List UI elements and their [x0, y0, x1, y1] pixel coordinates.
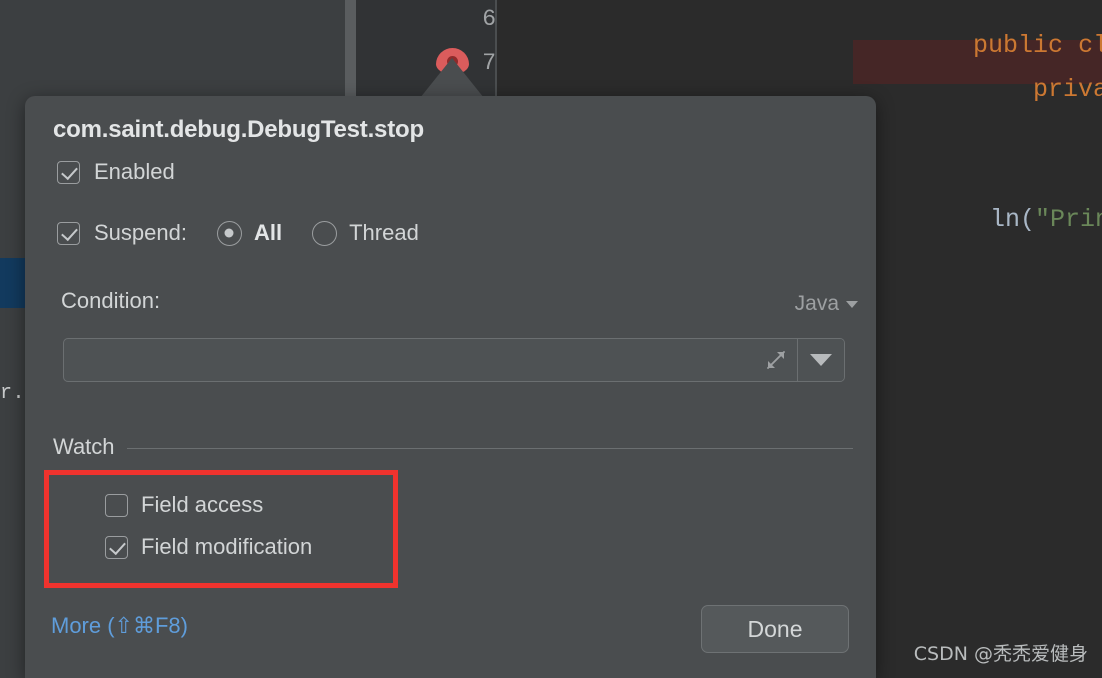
chevron-down-icon — [846, 301, 858, 308]
partial-code-string: "Print some — [1035, 205, 1102, 234]
condition-label: Condition: — [61, 288, 160, 314]
done-button[interactable]: Done — [701, 605, 849, 653]
suspend-policy-radio-group[interactable]: All Thread — [217, 220, 419, 246]
token-keyword: private — [1033, 75, 1102, 104]
suspend-row[interactable]: Suspend: All Thread — [57, 220, 419, 246]
breakpoint-settings-dialog: com.saint.debug.DebugTest.stop Enabled S… — [25, 96, 876, 678]
condition-field[interactable] — [63, 338, 845, 382]
enabled-label: Enabled — [94, 159, 175, 185]
suspend-all-label: All — [254, 220, 282, 246]
suspend-label: Suspend: — [94, 220, 187, 246]
condition-history-dropdown-button[interactable] — [798, 339, 844, 381]
suspend-thread-label: Thread — [349, 220, 419, 246]
condition-language-label: Java — [795, 292, 839, 316]
field-access-row[interactable]: Field access — [105, 492, 263, 518]
screen: r.c public class DebugTest { private boo… — [0, 0, 1102, 678]
nav-selection-block[interactable] — [0, 258, 26, 308]
triangle-down-icon — [810, 354, 832, 366]
watch-group-separator — [53, 448, 853, 449]
code-line-partial[interactable]: ln("Print some — [870, 176, 1102, 263]
code-line-7[interactable]: private boolean stop; — [853, 46, 1102, 133]
field-modification-row[interactable]: Field modification — [105, 534, 312, 560]
expand-diagonal-icon[interactable] — [765, 349, 787, 371]
field-modification-label: Field modification — [141, 534, 312, 560]
suspend-checkbox[interactable] — [57, 222, 80, 245]
field-access-label: Field access — [141, 492, 263, 518]
dialog-pointer-arrow — [420, 58, 484, 98]
annotation-highlight-box — [44, 470, 398, 588]
condition-language-selector[interactable]: Java — [795, 292, 858, 316]
more-link[interactable]: More (⇧⌘F8) — [51, 613, 188, 639]
partial-code-prefix: ln( — [990, 205, 1035, 234]
condition-input-area[interactable] — [64, 339, 797, 381]
csdn-watermark: CSDN @秃秃爱健身 — [914, 639, 1088, 666]
suspend-thread-radio[interactable] — [312, 221, 337, 246]
watch-group-label: Watch — [53, 434, 127, 460]
field-modification-checkbox[interactable] — [105, 536, 128, 559]
enabled-checkbox-row[interactable]: Enabled — [57, 159, 175, 185]
line-number-6: 6 — [390, 6, 496, 32]
field-access-checkbox[interactable] — [105, 494, 128, 517]
dialog-title: com.saint.debug.DebugTest.stop — [53, 116, 424, 144]
enabled-checkbox[interactable] — [57, 161, 80, 184]
suspend-all-radio[interactable] — [217, 221, 242, 246]
